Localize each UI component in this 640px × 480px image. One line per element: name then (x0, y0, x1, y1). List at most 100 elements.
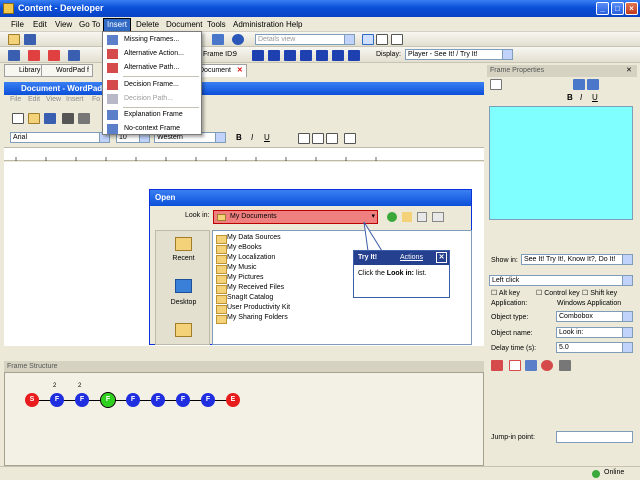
menu-no-context-frame[interactable]: No-context Frame (103, 122, 201, 136)
list-item[interactable]: My Data Sources (216, 233, 281, 244)
bullets-icon[interactable] (344, 133, 356, 144)
object-type-combo[interactable]: Combobox (556, 311, 633, 322)
list-item[interactable]: My eBooks (216, 243, 262, 254)
panel-close-icon[interactable]: ✕ (626, 66, 632, 74)
alt-key-checkbox[interactable]: ☐ Alt key (491, 289, 520, 297)
pane-icon[interactable] (376, 34, 388, 45)
record-icon[interactable] (28, 50, 40, 61)
help-icon[interactable] (232, 34, 244, 45)
new-folder-icon[interactable] (417, 212, 427, 222)
bold-icon[interactable]: B (236, 133, 242, 142)
save-icon[interactable] (24, 34, 36, 45)
object-name-field[interactable]: Look in: (556, 327, 633, 338)
look-in-combo[interactable]: My Documents ▾ (213, 210, 378, 224)
list-item[interactable]: My Received Files (216, 283, 284, 294)
highlight-icon[interactable] (509, 360, 521, 371)
last-frame-icon[interactable] (300, 50, 312, 61)
toolbar-icon[interactable] (212, 34, 224, 45)
menu-administration[interactable]: Administration (230, 19, 287, 31)
action-point-icon[interactable] (491, 360, 503, 371)
prop-bold-icon[interactable]: B (567, 93, 573, 102)
settings-icon[interactable] (559, 360, 571, 371)
place-desktop[interactable]: Desktop (156, 299, 211, 306)
first-frame-icon[interactable] (252, 50, 264, 61)
wp-menu-file[interactable]: File (10, 96, 21, 103)
list-item[interactable]: My Music (216, 263, 257, 274)
refresh-icon[interactable] (541, 360, 553, 371)
print-icon[interactable] (62, 113, 74, 124)
frame-node-selected[interactable]: F (100, 392, 116, 408)
wp-menu-insert[interactable]: Insert (66, 96, 84, 103)
menu-file[interactable]: File (8, 19, 27, 31)
menu-document[interactable]: Document (163, 19, 205, 31)
shift-key-checkbox[interactable]: ☐ Shift key (582, 289, 617, 297)
menu-delete[interactable]: Delete (133, 19, 162, 31)
documents-icon[interactable] (175, 323, 192, 337)
prev-frame-icon[interactable] (268, 50, 280, 61)
frame-text-editor[interactable] (489, 106, 633, 220)
control-key-checkbox[interactable]: ☐ Control key (536, 289, 580, 297)
font-icon[interactable] (490, 79, 502, 90)
recent-icon[interactable] (175, 237, 192, 251)
step-icon[interactable] (348, 50, 360, 61)
tab-library[interactable]: Library (4, 64, 45, 77)
list-item[interactable]: SnagIt Catalog (216, 293, 273, 304)
view-combo[interactable]: Details view (255, 34, 355, 45)
menu-view[interactable]: View (52, 19, 75, 31)
wp-menu-view[interactable]: View (46, 96, 61, 103)
open-icon[interactable] (8, 34, 20, 45)
menu-alternative-action[interactable]: Alternative Action... (103, 47, 201, 61)
menu-help[interactable]: Help (283, 19, 305, 31)
underline-icon[interactable]: U (264, 133, 270, 142)
frame-node[interactable]: F (75, 393, 89, 407)
wp-menu-edit[interactable]: Edit (28, 96, 40, 103)
path-icon[interactable] (68, 50, 80, 61)
minimize-button[interactable]: _ (596, 2, 609, 15)
loop-icon[interactable] (332, 50, 344, 61)
text-icon[interactable] (573, 79, 585, 90)
list-item[interactable]: My Pictures (216, 273, 264, 284)
align-center-icon[interactable] (312, 133, 324, 144)
frame-node[interactable]: F (50, 393, 64, 407)
jump-in-field[interactable] (556, 431, 633, 443)
views-icon[interactable] (432, 212, 444, 222)
frame-node[interactable]: F (201, 393, 215, 407)
play-icon[interactable] (316, 50, 328, 61)
close-tab-icon[interactable]: ✕ (237, 67, 243, 74)
callout-close-icon[interactable]: ✕ (436, 252, 447, 263)
bubble-icon[interactable] (525, 360, 537, 371)
frame-node[interactable]: F (126, 393, 140, 407)
frame-node[interactable]: F (176, 393, 190, 407)
menu-missing-frames[interactable]: Missing Frames... (103, 33, 201, 47)
back-icon[interactable] (387, 212, 397, 222)
menu-edit[interactable]: Edit (30, 19, 50, 31)
action-combo[interactable]: Left click (489, 275, 633, 286)
callout-actions-link[interactable]: Actions (400, 251, 423, 265)
maximize-button[interactable]: □ (611, 2, 624, 15)
up-folder-icon[interactable] (402, 212, 412, 222)
frame-node[interactable]: F (151, 393, 165, 407)
prop-italic-icon[interactable]: I (580, 93, 582, 102)
fill-icon[interactable] (587, 79, 599, 90)
next-frame-icon[interactable] (284, 50, 296, 61)
font-combo[interactable]: Arial (10, 132, 110, 143)
action-icon[interactable] (48, 50, 60, 61)
wp-menu-format[interactable]: Fo (92, 96, 100, 103)
show-in-combo[interactable]: See It! Try It!, Know It?, Do It! (521, 254, 633, 265)
place-recent[interactable]: Recent (156, 255, 211, 262)
prop-underline-icon[interactable]: U (592, 93, 598, 102)
tab-wordpad[interactable]: WordPad f (41, 64, 93, 77)
frame-node-start[interactable]: S (25, 393, 39, 407)
frame-icon[interactable] (8, 50, 20, 61)
menu-decision-frame[interactable]: Decision Frame... (103, 78, 201, 92)
preview-icon[interactable] (78, 113, 90, 124)
list-item[interactable]: My Sharing Folders (216, 313, 288, 324)
menu-explanation-frame[interactable]: Explanation Frame (103, 108, 201, 122)
menu-tools[interactable]: Tools (204, 19, 229, 31)
open-file-icon[interactable] (28, 113, 40, 124)
italic-icon[interactable]: I (251, 133, 253, 142)
save-file-icon[interactable] (44, 113, 56, 124)
close-button[interactable]: × (625, 2, 638, 15)
list-item[interactable]: My Localization (216, 253, 275, 264)
new-icon[interactable] (12, 113, 24, 124)
